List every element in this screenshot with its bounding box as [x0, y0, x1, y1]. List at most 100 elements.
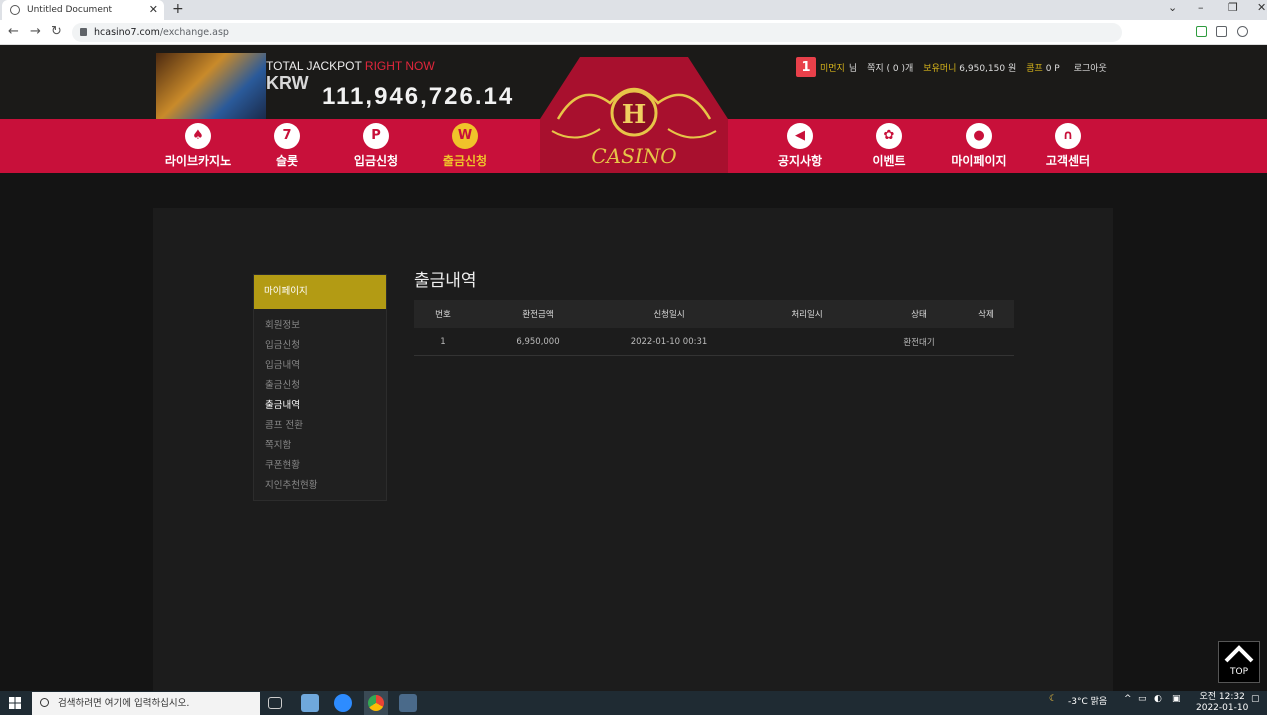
- user-info-bar: 1 미먼지 님 쪽지 ( 0 )개 보유머니 6,950,150 원 콤프 0 …: [796, 57, 1107, 77]
- col-number: 번호: [435, 310, 451, 320]
- level-badge: 1: [796, 57, 816, 77]
- browser-tab-bar: Untitled Document ✕ + ⌄ – ❐ ✕: [0, 0, 1267, 20]
- nav-withdraw[interactable]: W 출금신청: [420, 123, 510, 169]
- nav-mypage[interactable]: ● 마이페이지: [934, 123, 1024, 169]
- address-bar: ← → ↻ hcasino7.com/exchange.asp: [0, 20, 1267, 45]
- back-icon[interactable]: ←: [8, 24, 19, 39]
- cell-number: 1: [440, 336, 446, 347]
- comp-label: 콤프: [1026, 63, 1043, 74]
- new-tab-icon[interactable]: +: [172, 1, 184, 17]
- table-header: 번호 환전금액 신청일시 처리일시 상태 삭제: [414, 300, 1014, 328]
- nav-slot[interactable]: 7 슬롯: [242, 123, 332, 169]
- sidebar-item-inbox[interactable]: 쪽지함: [254, 436, 386, 456]
- sidebar-item-comp-exchange[interactable]: 콤프 전환: [254, 416, 386, 436]
- user-icon: ●: [966, 123, 992, 149]
- task-view-icon[interactable]: [268, 697, 282, 709]
- chrome-icon: [368, 695, 384, 711]
- sidebar-item-deposit-history[interactable]: 입금내역: [254, 356, 386, 376]
- col-status: 상태: [911, 310, 927, 320]
- headset-icon: ∩: [1055, 123, 1081, 149]
- logout-link[interactable]: 로그아웃: [1074, 61, 1107, 74]
- minimize-icon[interactable]: –: [1198, 1, 1204, 14]
- ime-icon[interactable]: ▣: [1172, 694, 1181, 704]
- lock-icon: [80, 28, 87, 36]
- network-icon[interactable]: ▭: [1138, 694, 1147, 704]
- withdraw-icon: W: [452, 123, 478, 149]
- sidebar-item-coupons[interactable]: 쿠폰현황: [254, 456, 386, 476]
- flower-icon: ✿: [876, 123, 902, 149]
- scroll-top-button[interactable]: TOP: [1218, 641, 1260, 683]
- sidebar-item-member-info[interactable]: 회원정보: [254, 316, 386, 336]
- messages-link[interactable]: 쪽지 ( 0 )개: [867, 61, 913, 74]
- content-panel: 마이페이지 회원정보 입금신청 입금내역 출금신청 출금내역 콤프 전환 쪽지함…: [153, 208, 1113, 691]
- url-input[interactable]: hcasino7.com/exchange.asp: [72, 23, 1122, 42]
- megaphone-icon: ◀: [787, 123, 813, 149]
- nav-support[interactable]: ∩ 고객센터: [1023, 123, 1113, 169]
- money-value: 6,950,150 원: [959, 63, 1017, 74]
- tray-chevron-icon[interactable]: ^: [1124, 694, 1132, 704]
- chrome-taskbar-button[interactable]: [364, 691, 388, 715]
- globe-icon: [10, 5, 20, 15]
- nav-event[interactable]: ✿ 이벤트: [844, 123, 934, 169]
- logo-text: CASINO: [591, 144, 676, 168]
- maximize-icon[interactable]: ❐: [1228, 1, 1238, 14]
- comp-value: 0 P: [1045, 63, 1060, 74]
- nav-live-casino[interactable]: ♠ 라이브카지노: [153, 123, 243, 169]
- weather-moon-icon: ☾: [1049, 694, 1058, 704]
- close-tab-icon[interactable]: ✕: [149, 3, 158, 16]
- col-requested: 신청일시: [653, 310, 685, 320]
- jackpot-amount: 111,946,726.14: [322, 83, 515, 110]
- tab-title: Untitled Document: [27, 5, 113, 15]
- sidebar-item-referrals[interactable]: 지인추천현황: [254, 476, 386, 496]
- table-row: 1 6,950,000 2022-01-10 00:31 환전대기: [414, 328, 1014, 356]
- windows-taskbar: 검색하려면 여기에 입력하십시오. ☾ -3°C 맑음 ^ ▭ ◐ ▣ 오전 1…: [0, 691, 1267, 715]
- chevron-up-icon: [1224, 645, 1254, 663]
- search-icon: [40, 698, 49, 707]
- calculator-icon[interactable]: [399, 694, 417, 712]
- cell-status: 환전대기: [903, 337, 935, 348]
- profile-icon[interactable]: [1237, 26, 1248, 37]
- cell-amount: 6,950,000: [516, 336, 560, 347]
- jackpot-currency: KRW: [266, 73, 309, 93]
- sidebar-item-deposit-request[interactable]: 입금신청: [254, 336, 386, 356]
- col-amount: 환전금액: [522, 310, 554, 320]
- forward-icon[interactable]: →: [30, 24, 41, 39]
- tab-search-icon[interactable]: ⌄: [1168, 1, 1177, 14]
- col-processed: 처리일시: [791, 310, 823, 320]
- weather-text[interactable]: -3°C 맑음: [1068, 694, 1107, 707]
- withdraw-history-table: 번호 환전금액 신청일시 처리일시 상태 삭제 1 6,950,000 2022…: [414, 300, 1014, 356]
- jackpot-title: TOTAL JACKPOT RIGHT NOW: [266, 59, 435, 73]
- page-title: 출금내역: [414, 271, 477, 291]
- sidebar-title: 마이페이지: [254, 275, 386, 309]
- browser-tab[interactable]: Untitled Document ✕: [2, 0, 164, 20]
- puzzle-icon[interactable]: [1216, 26, 1227, 37]
- seven-icon: 7: [274, 123, 300, 149]
- spade-icon: ♠: [185, 123, 211, 149]
- taskbar-search-input[interactable]: 검색하려면 여기에 입력하십시오.: [32, 692, 260, 715]
- notepad-icon[interactable]: [301, 694, 319, 712]
- sidebar-item-withdraw-history[interactable]: 출금내역: [254, 396, 386, 416]
- edge-icon[interactable]: [334, 694, 352, 712]
- cell-requested: 2022-01-10 00:31: [630, 336, 708, 347]
- nav-deposit[interactable]: P 입금신청: [331, 123, 421, 169]
- casino-logo[interactable]: H CASINO: [540, 57, 728, 173]
- logo-letter: H: [622, 100, 647, 130]
- money-label: 보유머니: [923, 63, 957, 74]
- username-suffix: 님: [848, 63, 858, 74]
- username: 미먼지: [820, 63, 845, 74]
- site-header: TOTAL JACKPOT RIGHT NOW KRW 111,946,726.…: [0, 45, 1267, 173]
- reload-icon[interactable]: ↻: [51, 24, 62, 39]
- top-label: TOP: [1229, 667, 1248, 677]
- notification-icon[interactable]: ▢: [1251, 694, 1260, 704]
- nav-notice[interactable]: ◀ 공지사항: [755, 123, 845, 169]
- extension-icon[interactable]: [1196, 26, 1207, 37]
- col-delete: 삭제: [978, 310, 994, 320]
- url-path: /exchange.asp: [159, 27, 229, 38]
- windows-start-icon[interactable]: [9, 697, 21, 709]
- slot-machine-image: [156, 53, 266, 119]
- clock[interactable]: 오전 12:32 2022-01-10: [1196, 692, 1248, 714]
- volume-icon[interactable]: ◐: [1154, 694, 1162, 704]
- close-window-icon[interactable]: ✕: [1257, 1, 1266, 14]
- sidebar-item-withdraw-request[interactable]: 출금신청: [254, 376, 386, 396]
- mypage-sidebar: 마이페이지 회원정보 입금신청 입금내역 출금신청 출금내역 콤프 전환 쪽지함…: [253, 274, 387, 501]
